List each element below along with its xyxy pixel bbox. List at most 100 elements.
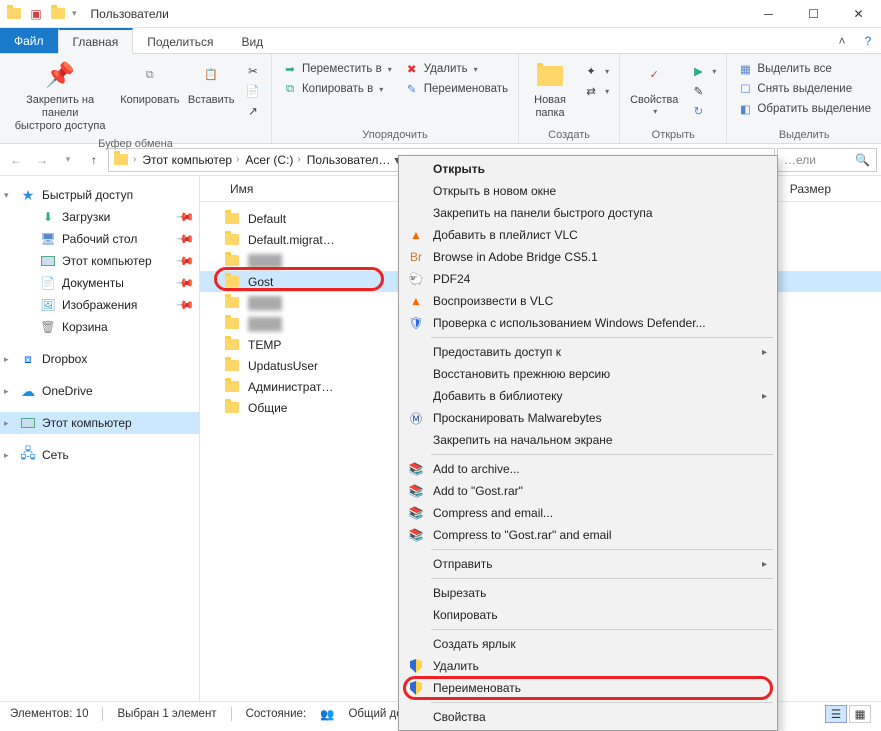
properties-button[interactable]: ✓Свойства▾ (626, 58, 682, 119)
ctx-rar-add[interactable]: 📚Add to archive... (401, 458, 775, 480)
ctx-send[interactable]: Отправить▸ (401, 553, 775, 575)
nav-onedrive[interactable]: ▸☁OneDrive (0, 380, 199, 402)
easy-access-button[interactable]: ⇄▾ (579, 82, 613, 100)
ctx-rar-mail[interactable]: 📚Compress and email... (401, 502, 775, 524)
window-title: Пользователи (91, 7, 169, 21)
vlc-icon: ▲ (407, 292, 425, 310)
navigation-pane: ▾★Быстрый доступ ⬇Загрузки📌 🖥Рабочий сто… (0, 176, 200, 701)
ctx-vlc-play[interactable]: ▲Воспроизвести в VLC (401, 290, 775, 312)
new-item-button[interactable]: ✦▾ (579, 62, 613, 80)
ctx-shortcut[interactable]: Создать ярлык (401, 633, 775, 655)
history-small-button[interactable]: ↻ (686, 102, 720, 120)
ctx-share[interactable]: Предоставить доступ к▸ (401, 341, 775, 363)
group-label-create: Создать (525, 127, 613, 143)
maximize-button[interactable]: ☐ (791, 0, 836, 28)
select-all-button[interactable]: ▦Выделить все (733, 60, 875, 78)
minimize-button[interactable]: ─ (746, 0, 791, 28)
qat-dropdown-icon[interactable]: ▾ (72, 8, 77, 19)
ctx-rar-gost[interactable]: 📚Add to "Gost.rar" (401, 480, 775, 502)
ctx-open-new[interactable]: Открыть в новом окне (401, 180, 775, 202)
close-button[interactable]: ✕ (836, 0, 881, 28)
winrar-icon: 📚 (407, 504, 425, 522)
copy-button[interactable]: ⧉Копировать (118, 58, 181, 109)
edit-icon: ✎ (690, 83, 706, 99)
search-input[interactable]: …ели 🔍 (777, 148, 877, 172)
crumb-thispc[interactable]: Этот компьютер› (140, 153, 241, 167)
delete-button[interactable]: ✖Удалить▾ (400, 60, 512, 78)
nav-desktop[interactable]: 🖥Рабочий стол📌 (0, 228, 199, 250)
paste-button[interactable]: 📋Вставить (185, 58, 237, 109)
ctx-copy[interactable]: Копировать (401, 604, 775, 626)
qat-newfolder-icon[interactable] (50, 6, 66, 22)
nav-thispc-quick[interactable]: Этот компьютер📌 (0, 250, 199, 272)
folder-icon (224, 400, 240, 416)
new-folder-button[interactable]: Новая папка (525, 58, 575, 122)
tab-file[interactable]: Файл (0, 28, 58, 53)
column-size[interactable]: Размер (790, 182, 871, 196)
download-icon: ⬇ (40, 209, 56, 225)
ctx-pin-start[interactable]: Закрепить на начальном экране (401, 429, 775, 451)
copypath-small-button[interactable]: 📄 (241, 82, 265, 100)
nav-downloads[interactable]: ⬇Загрузки📌 (0, 206, 199, 228)
pin-icon: 📌 (175, 229, 195, 249)
ctx-malware[interactable]: ⓂПросканировать Malwarebytes (401, 407, 775, 429)
folder-icon (224, 358, 240, 374)
cut-small-button[interactable]: ✂ (241, 62, 265, 80)
ctx-rar-gost-mail[interactable]: 📚Compress to "Gost.rar" and email (401, 524, 775, 546)
selectall-icon: ▦ (737, 61, 753, 77)
help-icon[interactable]: ? (855, 28, 881, 53)
rename-button[interactable]: ✎Переименовать (400, 80, 512, 98)
nav-recycle[interactable]: 🗑Корзина (0, 316, 199, 338)
pin-quick-button[interactable]: 📌Закрепить на панели быстрого доступа (6, 58, 114, 136)
nav-pictures[interactable]: 🖼Изображения📌 (0, 294, 199, 316)
tab-home[interactable]: Главная (58, 28, 134, 54)
crumb-drive[interactable]: Acer (C:)› (243, 153, 302, 167)
view-details-button[interactable]: ☰ (825, 705, 847, 723)
up-button[interactable]: ↑ (82, 148, 106, 172)
open-small-button[interactable]: ▶▾ (686, 62, 720, 80)
nav-thispc[interactable]: ▸Этот компьютер (0, 412, 199, 434)
context-menu: Открыть Открыть в новом окне Закрепить н… (398, 155, 778, 731)
defender-icon: 🛡 (407, 314, 425, 332)
selectinvert-icon: ◧ (737, 101, 753, 117)
ctx-cut[interactable]: Вырезать (401, 582, 775, 604)
ctx-defender[interactable]: 🛡Проверка с использованием Windows Defen… (401, 312, 775, 334)
nav-documents[interactable]: 📄Документы📌 (0, 272, 199, 294)
move-to-button[interactable]: ➡Переместить в▾ (278, 60, 396, 78)
ctx-pin-quick[interactable]: Закрепить на панели быстрого доступа (401, 202, 775, 224)
ctx-restore[interactable]: Восстановить прежнюю версию (401, 363, 775, 385)
ctx-pdf24[interactable]: 🐑PDF24 (401, 268, 775, 290)
view-icons-button[interactable]: ▦ (849, 705, 871, 723)
crumb-users[interactable]: Пользовател… (305, 153, 393, 167)
select-invert-button[interactable]: ◧Обратить выделение (733, 100, 875, 118)
copy-to-button[interactable]: ⧉Копировать в▾ (278, 80, 396, 98)
qat-properties-icon[interactable]: ▣ (28, 6, 44, 22)
tab-share[interactable]: Поделиться (133, 28, 227, 53)
minimize-ribbon-icon[interactable]: ˄ (829, 28, 855, 53)
folder-icon (224, 253, 240, 269)
nav-quick-access[interactable]: ▾★Быстрый доступ (0, 184, 199, 206)
pin-icon: 📌 (175, 273, 195, 293)
ribbon-tabs: Файл Главная Поделиться Вид ˄ ? (0, 28, 881, 54)
pasteshortcut-small-button[interactable]: ↗ (241, 102, 265, 120)
recent-button[interactable]: ▾ (56, 148, 80, 172)
pin-icon: 📌 (44, 60, 76, 92)
tab-view[interactable]: Вид (227, 28, 277, 53)
ctx-library[interactable]: Добавить в библиотеку▸ (401, 385, 775, 407)
forward-button[interactable]: → (30, 148, 54, 172)
ctx-vlc-add[interactable]: ▲Добавить в плейлист VLC (401, 224, 775, 246)
back-button[interactable]: ← (4, 148, 28, 172)
edit-small-button[interactable]: ✎ (686, 82, 720, 100)
vlc-icon: ▲ (407, 226, 425, 244)
ctx-open[interactable]: Открыть (401, 158, 775, 180)
nav-network[interactable]: ▸🖧Сеть (0, 444, 199, 466)
ctx-bridge[interactable]: BrBrowse in Adobe Bridge CS5.1 (401, 246, 775, 268)
ctx-delete[interactable]: Удалить (401, 655, 775, 677)
ctx-rename[interactable]: Переименовать (401, 677, 775, 699)
select-none-button[interactable]: ☐Снять выделение (733, 80, 875, 98)
titlebar: ▣ ▾ Пользователи ─ ☐ ✕ (0, 0, 881, 28)
easyaccess-icon: ⇄ (583, 83, 599, 99)
nav-dropbox[interactable]: ▸⧈Dropbox (0, 348, 199, 370)
column-name[interactable]: Имя (230, 182, 293, 196)
crumb-root[interactable]: › (131, 154, 138, 165)
